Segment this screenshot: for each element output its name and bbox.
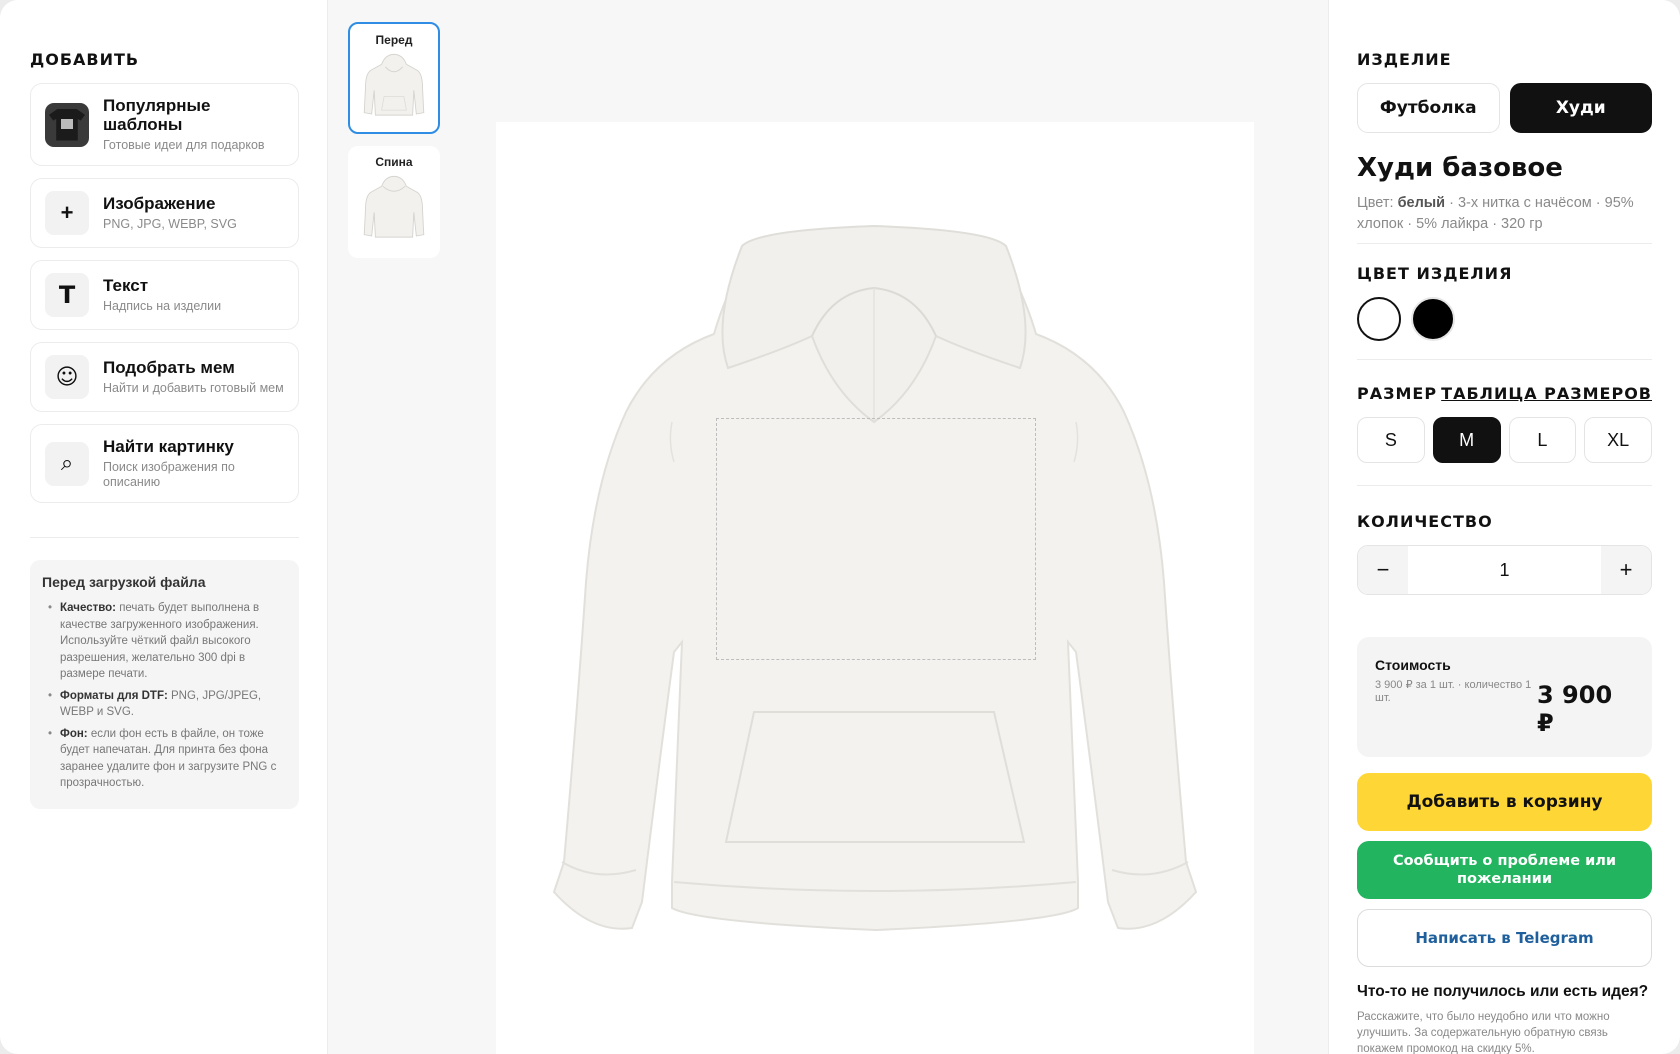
print-area[interactable] (716, 418, 1036, 660)
tool-popular-templates[interactable]: Популярные шаблоны Готовые идеи для пода… (30, 83, 299, 166)
size-selector: S M L XL (1357, 417, 1652, 486)
product-tshirt-button[interactable]: Футболка (1357, 83, 1500, 133)
info-item-formats: Форматы для DTF: PNG, JPG/JPEG, WEBP и S… (42, 688, 285, 721)
divider (30, 537, 299, 538)
telegram-button[interactable]: Написать в Telegram (1357, 909, 1652, 967)
upload-info-box: Перед загрузкой файла Качество: печать б… (30, 560, 299, 809)
quantity-increase-button[interactable]: + (1601, 546, 1651, 594)
tool-title: Найти картинку (103, 437, 234, 456)
size-header: РАЗМЕР ТАБЛИЦА РАЗМЕРОВ (1357, 384, 1652, 403)
search-icon: ⌕ (45, 441, 89, 486)
color-swatch-white[interactable] (1357, 297, 1401, 341)
hoodie-front-thumbnail (363, 53, 425, 116)
color-swatches (1357, 297, 1652, 360)
quantity-section-title: КОЛИЧЕСТВО (1357, 512, 1493, 531)
view-label: Спина (375, 155, 413, 169)
view-back[interactable]: Спина (348, 146, 440, 258)
left-panel: ДОБАВИТЬ Популярные шаблоны Готовые идеи… (0, 0, 328, 1054)
size-table-link[interactable]: ТАБЛИЦА РАЗМЕРОВ (1441, 384, 1652, 403)
add-section-title: ДОБАВИТЬ (30, 50, 140, 69)
plus-icon: + (45, 191, 89, 235)
idea-title: Что-то не получилось или есть идея? (1357, 983, 1649, 1000)
color-swatch-black[interactable] (1411, 297, 1455, 341)
info-item-background: Фон: если фон есть в файле, он тоже буде… (42, 726, 285, 792)
product-section-title: ИЗДЕЛИЕ (1357, 50, 1452, 69)
quantity-input[interactable]: 1 (1408, 546, 1601, 594)
size-button-xl[interactable]: XL (1584, 417, 1652, 463)
price-value: 3 900 ₽ (1537, 681, 1613, 737)
color-section-title: ЦВЕТ ИЗДЕЛИЯ (1357, 264, 1513, 283)
tool-subtitle: Найти и добавить готовый мем (103, 381, 284, 395)
size-button-l[interactable]: L (1508, 417, 1577, 463)
smiley-icon: ☺ (45, 355, 89, 399)
view-label: Перед (375, 33, 413, 47)
product-hoodie-button[interactable]: Худи (1509, 83, 1652, 133)
view-front[interactable]: Перед (348, 22, 440, 134)
tool-subtitle: Поиск изображения по описанию (103, 460, 235, 489)
tool-title: Текст (103, 276, 149, 295)
info-title: Перед загрузкой файла (42, 574, 206, 590)
tool-title: Подобрать мем (103, 358, 235, 377)
tool-meme[interactable]: ☺ Подобрать мем Найти и добавить готовый… (30, 342, 299, 412)
product-title: Худи базовое (1357, 153, 1563, 183)
price-detail: 3 900 ₽ за 1 шт. · количество 1 шт. (1375, 679, 1532, 704)
size-button-s[interactable]: S (1357, 417, 1425, 463)
view-switcher: Перед Спина (348, 22, 440, 270)
tool-subtitle: Готовые идеи для подарков (103, 138, 265, 152)
size-button-m[interactable]: M (1432, 417, 1501, 463)
info-list: Качество: печать будет выполнена в качес… (42, 600, 285, 792)
tshirt-thumbnail-icon (45, 102, 89, 147)
report-feedback-button[interactable]: Сообщить о проблеме или пожелании (1357, 841, 1652, 899)
text-icon: T (45, 273, 89, 317)
tool-text[interactable]: T Текст Надпись на изделии (30, 260, 299, 330)
right-panel: ИЗДЕЛИЕ Футболка Худи Худи базовое Цвет:… (1328, 0, 1680, 1054)
add-to-cart-button[interactable]: Добавить в корзину (1357, 773, 1652, 831)
price-box: Стоимость 3 900 ₽ за 1 шт. · количество … (1357, 637, 1652, 757)
tool-subtitle: PNG, JPG, WEBP, SVG (103, 217, 237, 231)
tool-subtitle: Надпись на изделии (103, 299, 222, 313)
price-label: Стоимость (1375, 657, 1451, 673)
tool-title: Популярные шаблоны (103, 96, 211, 134)
editor-area: Перед Спина (328, 0, 1328, 1054)
hoodie-back-thumbnail (363, 175, 425, 238)
tool-title: Изображение (103, 194, 216, 213)
quantity-decrease-button[interactable]: − (1358, 546, 1408, 594)
tool-image-upload[interactable]: + Изображение PNG, JPG, WEBP, SVG (30, 178, 299, 248)
product-type-toggle: Футболка Худи (1357, 83, 1652, 133)
product-description: Цвет: белый · 3-х нитка с начёсом · 95% … (1357, 193, 1652, 244)
tool-find-image[interactable]: ⌕ Найти картинку Поиск изображения по оп… (30, 424, 299, 503)
quantity-stepper: − 1 + (1357, 545, 1652, 595)
idea-text: Расскажите, что было неудобно или что мо… (1357, 1011, 1610, 1054)
app-frame: ДОБАВИТЬ Популярные шаблоны Готовые идеи… (0, 0, 1680, 1054)
size-section-title: РАЗМЕР (1357, 384, 1438, 403)
info-item-quality: Качество: печать будет выполнена в качес… (42, 600, 285, 683)
